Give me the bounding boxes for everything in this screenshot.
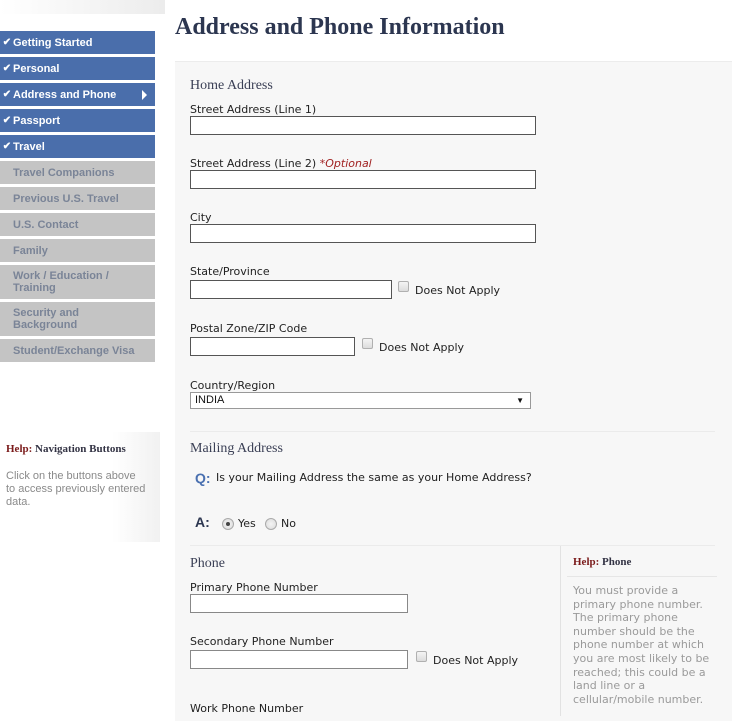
nav-item-label: Student/Exchange Visa	[13, 344, 135, 357]
nav-item-label: Passport	[13, 114, 61, 127]
dna-label: Does Not Apply	[433, 654, 519, 667]
help-divider	[567, 576, 717, 577]
work-phone-label: Work Phone Number	[190, 702, 304, 715]
help-body: You must provide a primary phone number.…	[573, 584, 710, 706]
checkmark-icon: ✔	[2, 37, 12, 48]
sidebar-nav: ✔ Getting Started ✔ Personal ✔ Address a…	[0, 31, 155, 365]
nav-item-label: Getting Started	[13, 36, 93, 49]
question-marker: Q:	[195, 470, 211, 486]
country-selected-value: INDIA	[195, 394, 225, 406]
nav-item-label: Security and Background	[13, 307, 80, 331]
mailing-address-heading: Mailing Address	[190, 441, 283, 456]
nav-item-label: U.S. Contact	[13, 218, 79, 231]
mailing-same-yes[interactable]: Yes	[222, 517, 256, 530]
state-does-not-apply[interactable]: Does Not Apply	[398, 281, 501, 297]
radio-yes[interactable]	[222, 517, 234, 530]
nav-item-getting-started[interactable]: ✔ Getting Started	[0, 31, 155, 54]
dropdown-arrow-icon: ▼	[516, 396, 524, 405]
page-title: Address and Phone Information	[175, 14, 505, 40]
secondary-phone-input[interactable]	[190, 650, 408, 669]
secondary-phone-does-not-apply[interactable]: Does Not Apply	[416, 651, 519, 667]
nav-item-label: Family	[13, 244, 48, 257]
help-navigation-box: Help: Navigation Buttons Click on the bu…	[0, 432, 160, 542]
nav-item-personal[interactable]: ✔ Personal	[0, 57, 155, 80]
help-title: Help: Phone	[573, 556, 631, 568]
help-title: Help: Navigation Buttons	[6, 443, 126, 455]
home-address-heading: Home Address	[190, 78, 273, 93]
checkmark-icon: ✔	[2, 115, 12, 126]
nav-item-address-and-phone[interactable]: ✔ Address and Phone	[0, 83, 155, 106]
help-phone-box: Help: Phone You must provide a primary p…	[560, 546, 717, 716]
dna-label: Does Not Apply	[415, 284, 501, 297]
street2-label: Street Address (Line 2) *Optional	[190, 157, 372, 170]
top-shade	[0, 0, 165, 14]
checkmark-icon: ✔	[2, 141, 12, 152]
radio-no[interactable]	[265, 517, 277, 530]
help-key: Help:	[573, 556, 600, 568]
phone-heading: Phone	[190, 556, 225, 571]
checkmark-icon: ✔	[2, 63, 12, 74]
postal-dna-checkbox[interactable]	[362, 338, 373, 349]
nav-item-label: Previous U.S. Travel	[13, 192, 119, 205]
nav-item-student-exchange-visa[interactable]: Student/Exchange Visa	[0, 339, 155, 362]
mailing-question-text: Is your Mailing Address the same as your…	[216, 471, 532, 484]
state-input[interactable]	[190, 280, 392, 299]
secondary-phone-dna-checkbox[interactable]	[416, 651, 427, 662]
nav-item-previous-us-travel[interactable]: Previous U.S. Travel	[0, 187, 155, 210]
answer-marker: A:	[195, 514, 210, 530]
help-body: Click on the buttons above to access pre…	[6, 470, 146, 508]
postal-label: Postal Zone/ZIP Code	[190, 322, 308, 335]
street1-label: Street Address (Line 1)	[190, 103, 317, 116]
nav-item-label: Address and Phone	[13, 88, 117, 101]
radio-label: No	[281, 517, 296, 530]
nav-item-label: Personal	[13, 62, 60, 75]
nav-item-travel[interactable]: ✔ Travel	[0, 135, 155, 158]
nav-item-label: Work / Education / Training	[13, 270, 109, 294]
city-input[interactable]	[190, 224, 536, 243]
state-label: State/Province	[190, 265, 270, 278]
triangle-right-icon	[142, 90, 147, 100]
checkmark-icon: ✔	[2, 89, 12, 100]
state-dna-checkbox[interactable]	[398, 281, 409, 292]
country-label: Country/Region	[190, 379, 276, 392]
nav-item-us-contact[interactable]: U.S. Contact	[0, 213, 155, 236]
street1-input[interactable]	[190, 116, 536, 135]
secondary-phone-label: Secondary Phone Number	[190, 635, 334, 648]
street2-input[interactable]	[190, 170, 536, 189]
help-topic: Phone	[602, 556, 632, 568]
primary-phone-input[interactable]	[190, 594, 408, 613]
section-divider	[190, 431, 715, 432]
postal-does-not-apply[interactable]: Does Not Apply	[362, 338, 465, 354]
mailing-same-no[interactable]: No	[265, 517, 296, 530]
nav-item-security-and-background[interactable]: Security and Background	[0, 302, 155, 336]
street2-label-text: Street Address (Line 2)	[190, 157, 317, 170]
nav-item-label: Travel	[13, 140, 45, 153]
country-select[interactable]: INDIA ▼	[190, 392, 531, 409]
help-topic: Navigation Buttons	[35, 443, 126, 455]
radio-label: Yes	[238, 517, 256, 530]
nav-item-label: Travel Companions	[13, 166, 115, 179]
postal-input[interactable]	[190, 337, 355, 356]
help-key: Help:	[6, 443, 33, 455]
nav-item-travel-companions[interactable]: Travel Companions	[0, 161, 155, 184]
primary-phone-label: Primary Phone Number	[190, 581, 318, 594]
nav-item-work-education-training[interactable]: Work / Education / Training	[0, 265, 155, 299]
nav-item-family[interactable]: Family	[0, 239, 155, 262]
nav-item-passport[interactable]: ✔ Passport	[0, 109, 155, 132]
optional-marker: *Optional	[319, 157, 372, 170]
dna-label: Does Not Apply	[379, 341, 465, 354]
city-label: City	[190, 211, 212, 224]
